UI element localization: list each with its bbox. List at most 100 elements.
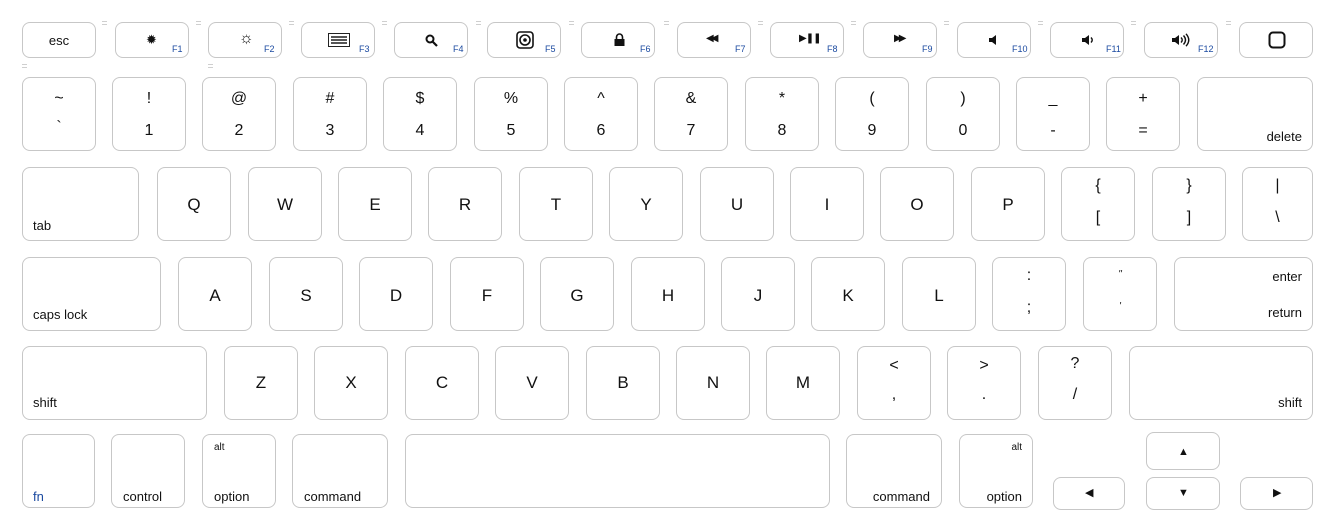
enter-key[interactable]: enter return bbox=[1174, 257, 1313, 331]
arrow-right-key[interactable]: ▶ bbox=[1240, 477, 1313, 510]
divider-mark bbox=[196, 21, 201, 22]
f11-label: F11 bbox=[1106, 44, 1121, 54]
key-x[interactable]: X bbox=[314, 346, 388, 420]
delete-label: delete bbox=[1266, 129, 1302, 144]
key-j[interactable]: J bbox=[721, 257, 795, 331]
key-7[interactable]: & 7 bbox=[654, 77, 728, 151]
left-command-key[interactable]: command bbox=[292, 434, 388, 508]
key-top-label: * bbox=[778, 90, 786, 107]
key-a[interactable]: A bbox=[178, 257, 252, 331]
key-8[interactable]: * 8 bbox=[745, 77, 819, 151]
shift-label: shift bbox=[33, 395, 57, 410]
alt-label: alt bbox=[214, 442, 225, 453]
arrow-up-icon: ▲ bbox=[1178, 446, 1189, 458]
key-4[interactable]: $ 4 bbox=[383, 77, 457, 151]
f9-key[interactable]: ▶▶ F9 bbox=[863, 22, 937, 58]
key-semicolon[interactable]: : ; bbox=[992, 257, 1066, 331]
key-v[interactable]: V bbox=[495, 346, 569, 420]
key-e[interactable]: E bbox=[338, 167, 412, 241]
right-command-key[interactable]: command bbox=[846, 434, 942, 508]
divider-mark bbox=[289, 21, 294, 22]
right-option-key[interactable]: alt option bbox=[959, 434, 1033, 508]
f10-key[interactable]: F10 bbox=[957, 22, 1031, 58]
command-label: command bbox=[304, 489, 362, 504]
key-bracket-open[interactable]: { [ bbox=[1061, 167, 1135, 241]
key-k[interactable]: K bbox=[811, 257, 885, 331]
eject-key[interactable] bbox=[1239, 22, 1313, 58]
f12-key[interactable]: F12 bbox=[1144, 22, 1218, 58]
key-label: W bbox=[276, 195, 294, 214]
f6-key[interactable]: F6 bbox=[581, 22, 655, 58]
key-z[interactable]: Z bbox=[224, 346, 298, 420]
key-1[interactable]: ! 1 bbox=[112, 77, 186, 151]
arrow-up-key[interactable]: ▲ bbox=[1146, 432, 1220, 470]
key-9[interactable]: ( 9 bbox=[835, 77, 909, 151]
key-top-label: { bbox=[1095, 177, 1101, 194]
tab-key[interactable]: tab bbox=[22, 167, 139, 241]
divider-mark bbox=[1038, 21, 1043, 22]
delete-key[interactable]: delete bbox=[1197, 77, 1313, 151]
key-6[interactable]: ^ 6 bbox=[564, 77, 638, 151]
key-3[interactable]: # 3 bbox=[293, 77, 367, 151]
brightness-down-icon: ✹ bbox=[146, 32, 157, 47]
f3-key[interactable]: F3 bbox=[301, 22, 375, 58]
key-y[interactable]: Y bbox=[609, 167, 683, 241]
spacebar[interactable] bbox=[405, 434, 830, 508]
f7-key[interactable]: ◀◀ F7 bbox=[677, 22, 751, 58]
key-n[interactable]: N bbox=[676, 346, 750, 420]
key-backslash[interactable]: | \ bbox=[1242, 167, 1313, 241]
arrow-down-key[interactable]: ▼ bbox=[1146, 477, 1220, 510]
left-shift-key[interactable]: shift bbox=[22, 346, 207, 420]
key-o[interactable]: O bbox=[880, 167, 954, 241]
key-minus[interactable]: _ - bbox=[1016, 77, 1090, 151]
key-period[interactable]: > . bbox=[947, 346, 1021, 420]
key-bracket-close[interactable]: } ] bbox=[1152, 167, 1226, 241]
key-comma[interactable]: < , bbox=[857, 346, 931, 420]
key-w[interactable]: W bbox=[248, 167, 322, 241]
f8-key[interactable]: ▶❚❚ F8 bbox=[770, 22, 844, 58]
key-tilde[interactable]: ~ ` bbox=[22, 77, 96, 151]
key-i[interactable]: I bbox=[790, 167, 864, 241]
key-quote[interactable]: " ' bbox=[1083, 257, 1157, 331]
f1-key[interactable]: ✹ F1 bbox=[115, 22, 189, 58]
f5-key[interactable]: F5 bbox=[487, 22, 561, 58]
key-q[interactable]: Q bbox=[157, 167, 231, 241]
arrow-left-key[interactable]: ◀ bbox=[1053, 477, 1125, 510]
control-label: control bbox=[123, 489, 163, 504]
caps-lock-key[interactable]: caps lock bbox=[22, 257, 161, 331]
key-c[interactable]: C bbox=[405, 346, 479, 420]
control-key[interactable]: control bbox=[111, 434, 185, 508]
key-p[interactable]: P bbox=[971, 167, 1045, 241]
key-5[interactable]: % 5 bbox=[474, 77, 548, 151]
key-t[interactable]: T bbox=[519, 167, 593, 241]
divider-mark bbox=[476, 24, 481, 25]
fn-key[interactable]: fn bbox=[22, 434, 95, 508]
key-b[interactable]: B bbox=[586, 346, 660, 420]
caps-lock-label: caps lock bbox=[33, 307, 88, 322]
key-label: Z bbox=[255, 373, 267, 392]
f8-label: F8 bbox=[827, 44, 838, 54]
divider-mark bbox=[664, 24, 669, 25]
key-l[interactable]: L bbox=[902, 257, 976, 331]
f2-label: F2 bbox=[264, 44, 275, 54]
f4-key[interactable]: F4 bbox=[394, 22, 468, 58]
left-option-key[interactable]: alt option bbox=[202, 434, 276, 508]
divider-mark bbox=[476, 21, 481, 22]
key-equals[interactable]: + = bbox=[1106, 77, 1180, 151]
key-m[interactable]: M bbox=[766, 346, 840, 420]
key-f[interactable]: F bbox=[450, 257, 524, 331]
key-0[interactable]: ) 0 bbox=[926, 77, 1000, 151]
right-shift-key[interactable]: shift bbox=[1129, 346, 1313, 420]
key-d[interactable]: D bbox=[359, 257, 433, 331]
key-g[interactable]: G bbox=[540, 257, 614, 331]
f11-key[interactable]: F11 bbox=[1050, 22, 1124, 58]
key-slash[interactable]: ? / bbox=[1038, 346, 1112, 420]
key-2[interactable]: @ 2 bbox=[202, 77, 276, 151]
f2-key[interactable]: ☼ F2 bbox=[208, 22, 282, 58]
esc-key[interactable]: esc bbox=[22, 22, 96, 58]
enter-label: enter bbox=[1272, 269, 1302, 284]
key-r[interactable]: R bbox=[428, 167, 502, 241]
key-s[interactable]: S bbox=[269, 257, 343, 331]
key-h[interactable]: H bbox=[631, 257, 705, 331]
key-u[interactable]: U bbox=[700, 167, 774, 241]
